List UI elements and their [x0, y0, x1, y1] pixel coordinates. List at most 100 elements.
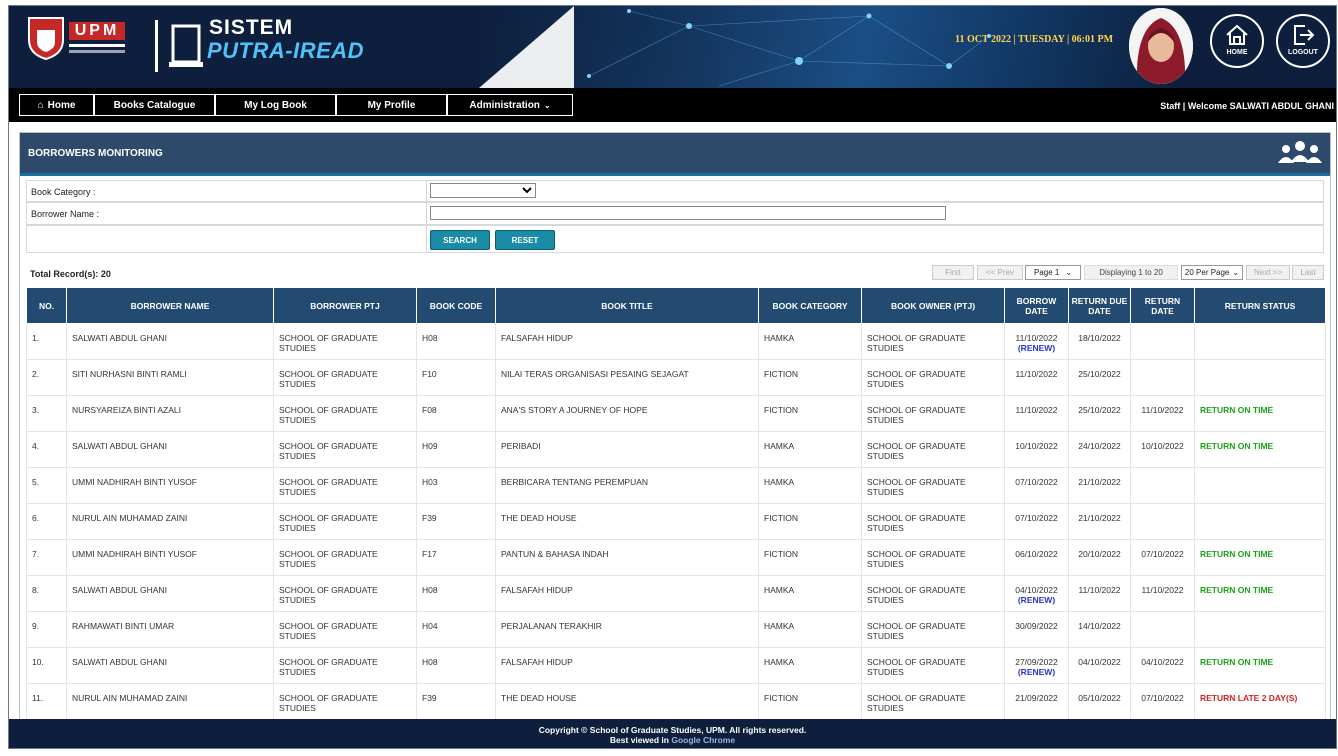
cell-name-text: NURUL AIN MUHAMAD ZAINI	[72, 693, 188, 703]
renew-badge: (RENEW)	[1017, 595, 1056, 605]
book-category-select[interactable]	[430, 183, 536, 198]
cell-title: NILAI TERAS ORGANISASI PESAING SEJAGAT	[495, 359, 759, 396]
logout-button[interactable]: LOGOUT	[1276, 14, 1330, 68]
cell-status-text: RETURN LATE 2 DAY(S)	[1200, 693, 1298, 703]
pager-prev[interactable]: << Prev	[977, 265, 1023, 280]
home-label: HOME	[1226, 49, 1248, 56]
nav-my-profile[interactable]: My Profile	[336, 94, 447, 116]
cell-borrow: 30/09/2022	[1004, 611, 1069, 648]
cell-title: ANA'S STORY A JOURNEY OF HOPE	[495, 395, 759, 432]
cell-no: 6.	[26, 503, 67, 540]
cell-ptj: SCHOOL OF GRADUATE STUDIES	[273, 359, 417, 396]
reset-button[interactable]: RESET	[495, 230, 555, 250]
cell-ptj: SCHOOL OF GRADUATE STUDIES	[273, 431, 417, 468]
cell-title-text: FALSAFAH HIDUP	[501, 657, 573, 667]
cell-name: UMMI NADHIRAH BINTI YUSOF	[66, 467, 274, 504]
cell-name-text: SALWATI ABDUL GHANI	[72, 585, 167, 595]
cell-name-text: UMMI NADHIRAH BINTI YUSOF	[72, 477, 197, 487]
column-header: RETURN DATE	[1130, 287, 1195, 324]
column-header: NO.	[26, 287, 67, 324]
search-button[interactable]: SEARCH	[430, 230, 490, 250]
cell-code: H09	[416, 431, 496, 468]
cell-ptj: SCHOOL OF GRADUATE STUDIES	[273, 575, 417, 612]
nav-administration-label: Administration	[469, 99, 540, 111]
cell-title-text: ANA'S STORY A JOURNEY OF HOPE	[501, 405, 648, 415]
cell-code-text: F08	[422, 405, 437, 415]
cell-owner: SCHOOL OF GRADUATE STUDIES	[861, 431, 1005, 468]
cell-due-text: 24/10/2022	[1078, 441, 1121, 451]
column-header: BORROWER NAME	[66, 287, 274, 324]
cell-ret	[1130, 323, 1195, 360]
cell-category-text: HAMKA	[764, 657, 795, 667]
page-select[interactable]: Page 1 ⌄	[1025, 265, 1081, 280]
cell-ret-text: 11/10/2022	[1141, 585, 1184, 595]
borrowers-monitoring-panel: BORROWERS MONITORING Book Category : Bor…	[19, 132, 1331, 746]
cell-title-text: FALSAFAH HIDUP	[501, 585, 573, 595]
pager-next[interactable]: Next >>	[1246, 265, 1290, 280]
cell-no: 9.	[26, 611, 67, 648]
cell-title-text: PERIBADI	[501, 441, 541, 451]
nav-my-log-book[interactable]: My Log Book	[215, 94, 336, 116]
nav-books-catalogue[interactable]: Books Catalogue	[94, 94, 215, 116]
cell-no: 2.	[26, 359, 67, 396]
cell-status-text: RETURN ON TIME	[1200, 405, 1274, 415]
nav-administration[interactable]: Administration ⌄	[447, 94, 573, 116]
cell-due: 11/10/2022	[1068, 575, 1131, 612]
cell-category: HAMKA	[758, 467, 862, 504]
logout-icon	[1294, 25, 1315, 45]
nav-home[interactable]: ⌂ Home	[19, 94, 94, 116]
cell-code: F39	[416, 503, 496, 540]
column-header: RETURN STATUS	[1194, 287, 1326, 324]
cell-owner-text: SCHOOL OF GRADUATE STUDIES	[867, 585, 966, 605]
column-header: BOOK CODE	[416, 287, 496, 324]
filter-divider	[426, 181, 427, 201]
pager-first[interactable]: First	[932, 265, 974, 280]
cell-borrow: 04/10/2022 (RENEW)	[1004, 575, 1069, 612]
cell-title: FALSAFAH HIDUP	[495, 323, 759, 360]
cell-ret: 11/10/2022	[1130, 575, 1195, 612]
cell-due: 18/10/2022	[1068, 323, 1131, 360]
table-row: 11. NURUL AIN MUHAMAD ZAINI SCHOOL OF GRAD…	[26, 683, 1326, 720]
borrower-name-input[interactable]	[430, 206, 946, 220]
cell-borrow-text: 07/10/2022	[1015, 513, 1058, 523]
table-body: 1. SALWATI ABDUL GHANI SCHOOL OF GRADUATE …	[26, 323, 1326, 720]
pager-last[interactable]: Last	[1292, 265, 1324, 280]
filter-row-borrower: Borrower Name :	[26, 202, 1324, 225]
cell-borrow: 27/09/2022 (RENEW)	[1004, 647, 1069, 684]
cell-category-text: FICTION	[764, 369, 798, 379]
cell-due-text: 11/10/2022	[1078, 585, 1121, 595]
filter-divider	[426, 203, 427, 224]
cell-code-text: H08	[422, 657, 438, 667]
nav-my-profile-label: My Profile	[367, 99, 416, 111]
cell-due-text: 05/10/2022	[1078, 693, 1121, 703]
cell-owner-text: SCHOOL OF GRADUATE STUDIES	[867, 477, 966, 497]
cell-ptj: SCHOOL OF GRADUATE STUDIES	[273, 323, 417, 360]
cell-due-text: 18/10/2022	[1078, 333, 1121, 343]
cell-borrow-text: 11/10/2022	[1015, 405, 1058, 415]
cell-category: FICTION	[758, 683, 862, 720]
cell-name: SALWATI ABDUL GHANI	[66, 575, 274, 612]
cell-no-text: 1.	[32, 333, 40, 343]
cell-due-text: 21/10/2022	[1078, 513, 1121, 523]
cell-category: HAMKA	[758, 647, 862, 684]
page-select-value: Page 1	[1033, 268, 1060, 277]
cell-status-text: RETURN ON TIME	[1200, 549, 1274, 559]
user-avatar[interactable]	[1129, 8, 1193, 84]
per-page-select[interactable]: 20 Per Page ⌄	[1181, 265, 1243, 280]
cell-category-text: HAMKA	[764, 477, 795, 487]
main-navigation: ⌂ Home Books Catalogue My Log Book My Pr…	[9, 88, 1336, 122]
nav-books-catalogue-label: Books Catalogue	[113, 99, 196, 111]
cell-ptj: SCHOOL OF GRADUATE STUDIES	[273, 467, 417, 504]
renew-badge: (RENEW)	[1017, 343, 1056, 353]
cell-borrow: 11/10/2022	[1004, 359, 1069, 396]
cell-no: 7.	[26, 539, 67, 576]
cell-status-text: RETURN ON TIME	[1200, 585, 1274, 595]
cell-category-text: HAMKA	[764, 441, 795, 451]
home-button[interactable]: HOME	[1210, 14, 1264, 68]
filter-row-category: Book Category :	[26, 180, 1324, 202]
cell-borrow-text: 30/09/2022	[1015, 621, 1058, 631]
cell-title-text: THE DEAD HOUSE	[501, 513, 577, 523]
decorative-wedge	[479, 6, 574, 88]
book-icon	[169, 24, 203, 67]
panel-title: BORROWERS MONITORING	[28, 148, 163, 159]
